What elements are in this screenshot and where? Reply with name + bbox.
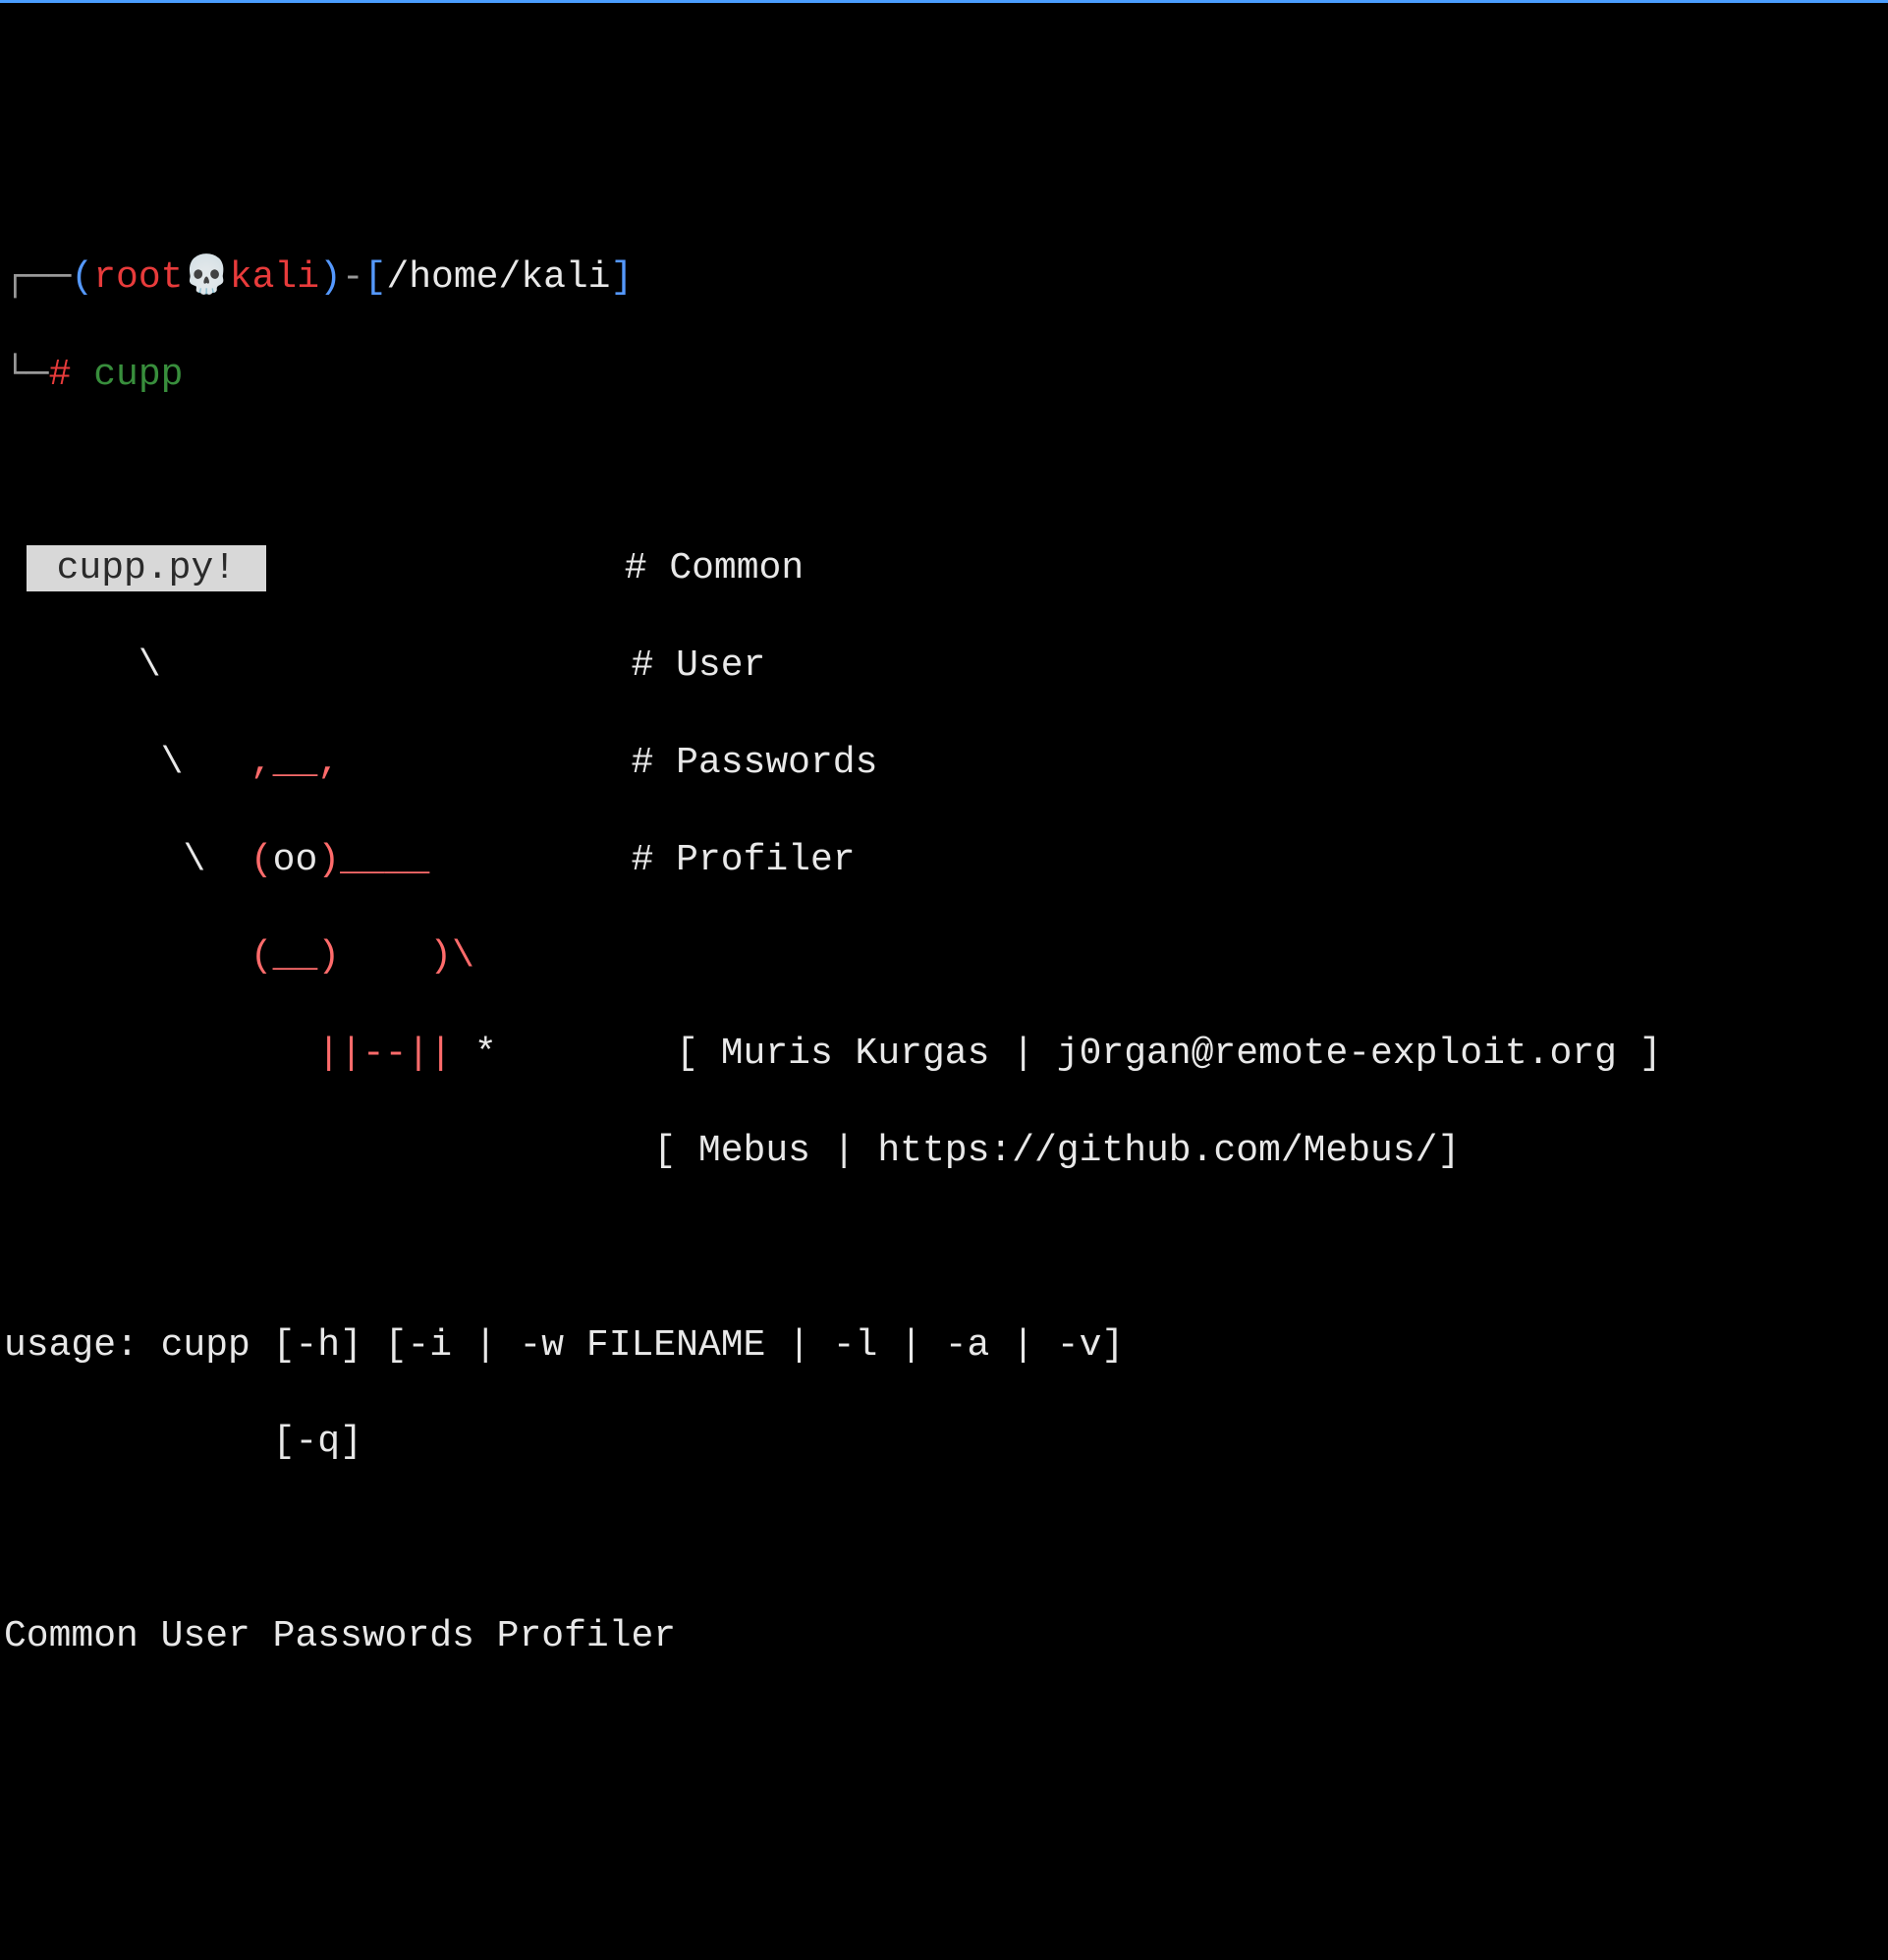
acronym-profiler: # Profiler <box>632 839 856 881</box>
paren-open: ( <box>71 256 93 299</box>
skull-icon: 💀 <box>183 256 229 299</box>
acronym-user: # User <box>632 644 766 687</box>
blank-line <box>4 448 1884 496</box>
blank-line-3 <box>4 1515 1884 1563</box>
ascii-art: ( <box>250 839 273 881</box>
ascii-line-3: \ (oo)____ # Profiler <box>4 836 1884 884</box>
prompt-dash: - <box>342 256 364 299</box>
banner-line-1: cupp.py! # Common <box>4 544 1884 592</box>
ascii-art: ||--|| <box>317 1033 452 1075</box>
banner-title: cupp.py! <box>27 545 266 591</box>
ascii-art <box>429 839 631 881</box>
acronym-passwords: # Passwords <box>632 742 878 784</box>
ascii-art: \ <box>4 742 250 784</box>
bracket-open: [ <box>364 256 387 299</box>
bracket-close: ] <box>610 256 633 299</box>
ascii-line-4: (__) )\ <box>4 932 1884 980</box>
description-line: Common User Passwords Profiler <box>4 1612 1884 1660</box>
ascii-art: )____ <box>317 839 429 881</box>
author-2-line: [ Mebus | https://github.com/Mebus/] <box>4 1127 1884 1175</box>
ascii-art <box>4 1033 317 1075</box>
blank-line-2 <box>4 1224 1884 1272</box>
ascii-art: ,__, <box>250 742 340 784</box>
ascii-art <box>474 935 653 978</box>
prompt-user: root <box>93 256 183 299</box>
acronym-common: # Common <box>625 547 804 589</box>
ascii-line-5: ||--|| * [ Muris Kurgas | j0rgan@remote-… <box>4 1030 1884 1078</box>
box-corner-top: ┌── <box>4 256 71 299</box>
usage-line-2: [-q] <box>4 1418 1884 1466</box>
spacing <box>4 1130 632 1172</box>
prompt-line-2: └─# cupp <box>4 351 1884 399</box>
ascii-art: (__) )\ <box>250 935 474 978</box>
usage-line-1: usage: cupp [-h] [-i | -w FILENAME | -l … <box>4 1321 1884 1370</box>
terminal-window[interactable]: ┌──(root💀kali)-[/home/kali] └─# cupp cup… <box>0 197 1888 1717</box>
ascii-line-1: \ # User <box>4 642 1884 690</box>
ascii-art: \ <box>4 839 250 881</box>
author-2: [ Mebus | https://github.com/Mebus/] <box>632 1130 1461 1172</box>
command-input[interactable]: cupp <box>93 354 183 396</box>
ascii-art: * <box>452 1033 653 1075</box>
author-1: [ Muris Kurgas | j0rgan@remote-exploit.o… <box>653 1033 1661 1075</box>
prompt-path: /home/kali <box>386 256 610 299</box>
prompt-hash: # <box>49 354 72 396</box>
box-corner-bottom: └─ <box>4 354 49 396</box>
paren-close: ) <box>319 256 342 299</box>
ascii-line-2: \ ,__, # Passwords <box>4 739 1884 787</box>
prompt-host: kali <box>230 256 319 299</box>
ascii-art <box>4 935 250 978</box>
prompt-line-1: ┌──(root💀kali)-[/home/kali] <box>4 253 1884 302</box>
ascii-art <box>340 742 631 784</box>
ascii-art: oo <box>273 839 318 881</box>
ascii-art: \ <box>4 644 632 687</box>
